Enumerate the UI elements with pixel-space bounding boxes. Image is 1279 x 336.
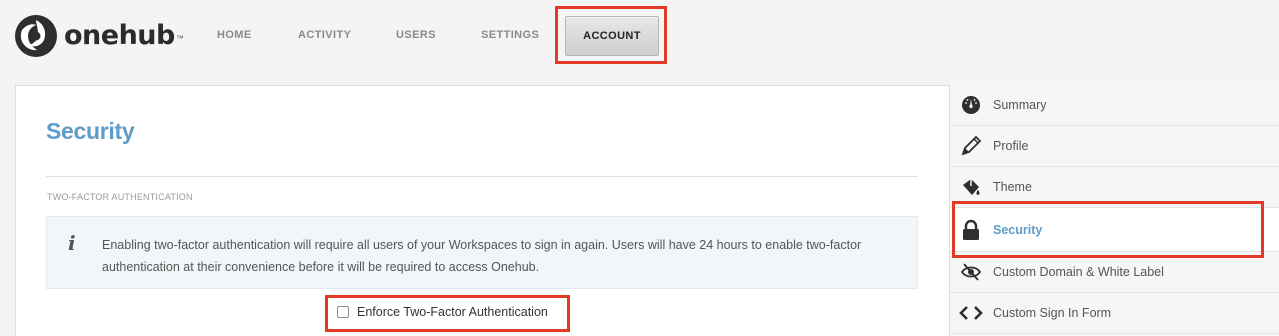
sidebar-item-profile[interactable]: Profile	[950, 126, 1279, 167]
info-icon: i	[68, 231, 76, 255]
sidebar-item-label: Summary	[993, 98, 1047, 112]
sidebar-item-label: Custom Domain & White Label	[993, 265, 1164, 279]
sidebar-item-custom-sign-in[interactable]: Custom Sign In Form	[950, 293, 1279, 334]
onehub-logo[interactable]: onehub ™	[14, 14, 184, 58]
top-header: onehub ™ HOME ACTIVITY USERS SETTINGS AC…	[0, 0, 1279, 80]
nav-activity[interactable]: ACTIVITY	[298, 29, 351, 41]
sidebar-item-label: Profile	[993, 139, 1029, 153]
title-divider	[46, 176, 918, 177]
security-highlight-box	[952, 201, 1264, 258]
main-panel: Security TWO-FACTOR AUTHENTICATION i Ena…	[15, 85, 950, 336]
nav-home[interactable]: HOME	[217, 29, 252, 41]
enforce-2fa-label[interactable]: Enforce Two-Factor Authentication	[357, 305, 548, 319]
sidebar-item-label: Custom Sign In Form	[993, 306, 1112, 320]
nav-account[interactable]: ACCOUNT	[565, 16, 659, 56]
info-box: i Enabling two-factor authentication wil…	[46, 216, 918, 289]
page-title: Security	[46, 118, 135, 144]
brand-trademark: ™	[175, 33, 184, 43]
sidebar-item-label: Theme	[993, 180, 1032, 194]
paint-bucket-icon	[959, 175, 983, 199]
hidden-eye-icon	[959, 260, 983, 284]
enforce-2fa-option[interactable]: Enforce Two-Factor Authentication	[337, 305, 548, 319]
onehub-logo-icon	[15, 15, 57, 57]
dashboard-gauge-icon	[959, 93, 983, 117]
sidebar-item-custom-domain[interactable]: Custom Domain & White Label	[950, 252, 1279, 293]
code-brackets-icon	[959, 301, 983, 325]
nav-settings[interactable]: SETTINGS	[481, 29, 539, 41]
enforce-2fa-checkbox[interactable]	[337, 306, 349, 318]
brand-name: onehub	[64, 19, 175, 51]
nav-users[interactable]: USERS	[396, 29, 436, 41]
info-text: Enabling two-factor authentication will …	[102, 238, 862, 274]
section-label: TWO-FACTOR AUTHENTICATION	[47, 192, 193, 202]
sidebar-item-summary[interactable]: Summary	[950, 85, 1279, 126]
pencil-icon	[959, 134, 983, 158]
